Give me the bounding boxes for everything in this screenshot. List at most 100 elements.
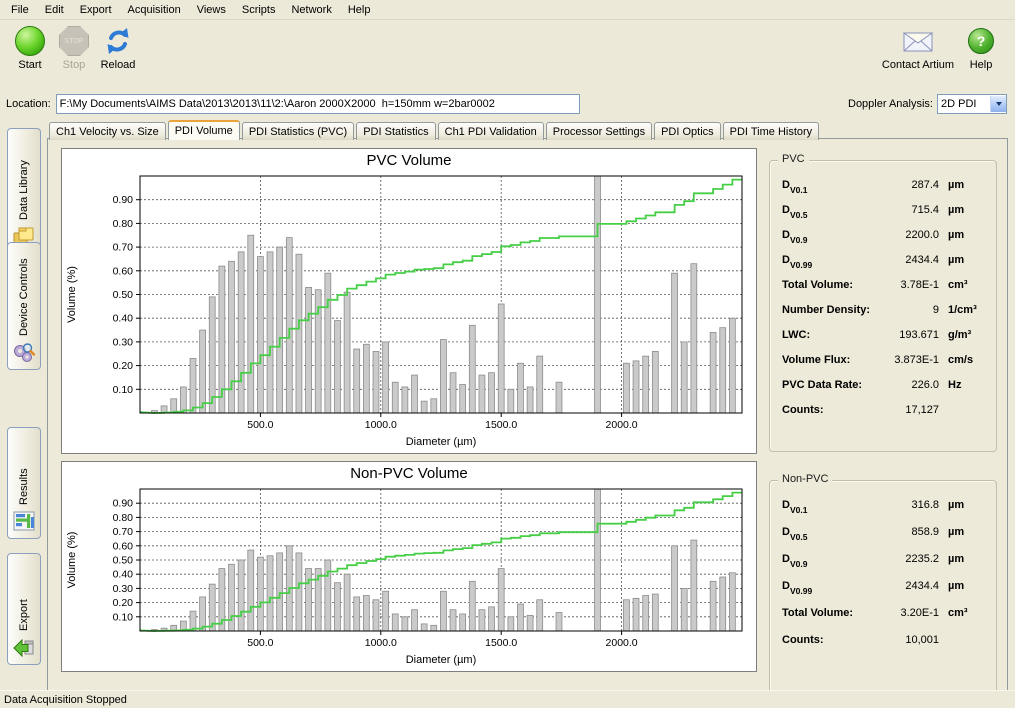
stat-row: DV0.92200.0µm [782, 229, 988, 254]
stat-row: Total Volume:3.20E-1cm³ [782, 607, 988, 634]
doppler-analysis-value: 2D PDI [938, 98, 990, 110]
svg-text:1500.0: 1500.0 [485, 637, 517, 649]
pvc-volume-chart: PVC Volume 0.100.200.300.400.500.600.700… [61, 148, 757, 454]
svg-text:0.60: 0.60 [113, 540, 134, 552]
stat-unit: µm [948, 229, 988, 241]
help-label: Help [970, 59, 993, 71]
stat-label: DV0.99 [782, 580, 879, 594]
tab-strip: Ch1 Velocity vs. SizePDI VolumePDI Stati… [47, 119, 1008, 139]
sidebar-item-data-library[interactable]: Data Library [7, 128, 41, 254]
svg-text:2000.0: 2000.0 [606, 419, 638, 431]
stat-unit: µm [948, 499, 988, 511]
start-icon [15, 25, 45, 57]
help-button[interactable]: ? Help [961, 25, 1001, 71]
tab-pdi-optics[interactable]: PDI Optics [654, 122, 721, 140]
sidebar-item-export[interactable]: Export [7, 553, 41, 665]
status-text: Data Acquisition Stopped [4, 694, 127, 706]
tab-pdi-statistics[interactable]: PDI Statistics [356, 122, 435, 140]
stat-label: Counts: [782, 404, 879, 416]
pvc-chart-title: PVC Volume [62, 149, 756, 172]
stat-label: Counts: [782, 634, 879, 646]
tab-processor-settings[interactable]: Processor Settings [546, 122, 652, 140]
svg-text:0.40: 0.40 [113, 313, 134, 325]
results-icon [12, 509, 36, 533]
non-pvc-stats-groupbox: Non-PVC DV0.1316.8µmDV0.5858.9µmDV0.9223… [769, 480, 997, 698]
reload-label: Reload [101, 59, 136, 71]
stat-value: 2434.4 [879, 254, 939, 266]
stat-value: 3.873E-1 [879, 354, 939, 366]
stat-label: DV0.5 [782, 526, 879, 540]
svg-text:500.0: 500.0 [247, 419, 273, 431]
svg-text:500.0: 500.0 [247, 637, 273, 649]
svg-text:1000.0: 1000.0 [365, 637, 397, 649]
stat-label: DV0.99 [782, 254, 879, 268]
svg-text:0.20: 0.20 [113, 360, 134, 372]
svg-text:Volume (%): Volume (%) [66, 266, 78, 323]
pvc-groupbox-title: PVC [778, 153, 809, 165]
tab-pdi-volume[interactable]: PDI Volume [168, 120, 240, 140]
menu-item-scripts[interactable]: Scripts [234, 2, 284, 18]
non-pvc-chart-plot: 0.100.200.300.400.500.600.700.800.90500.… [62, 485, 754, 671]
stat-label: DV0.9 [782, 553, 879, 567]
non-pvc-groupbox-title: Non-PVC [778, 473, 832, 485]
toolbar-right-group: Contact Artium ? Help [879, 25, 1005, 71]
contact-artium-button[interactable]: Contact Artium [879, 25, 957, 71]
svg-text:2000.0: 2000.0 [606, 637, 638, 649]
stat-unit: µm [948, 204, 988, 216]
tab-pdi-time-history[interactable]: PDI Time History [723, 122, 820, 140]
stat-row: DV0.992434.4µm [782, 254, 988, 279]
menu-item-file[interactable]: File [3, 2, 37, 18]
location-input[interactable] [56, 94, 580, 114]
menu-item-export[interactable]: Export [72, 2, 120, 18]
stat-unit: µm [948, 526, 988, 538]
stat-value: 17,127 [879, 404, 939, 416]
doppler-analysis-select[interactable]: 2D PDI [937, 94, 1007, 114]
svg-text:1500.0: 1500.0 [485, 419, 517, 431]
stat-row: Volume Flux:3.873E-1cm/s [782, 354, 988, 379]
stat-label: Total Volume: [782, 279, 879, 291]
reload-button[interactable]: Reload [98, 25, 138, 71]
menu-item-views[interactable]: Views [189, 2, 234, 18]
stat-row: DV0.1316.8µm [782, 499, 988, 526]
stat-unit: Hz [948, 379, 988, 391]
svg-text:0.90: 0.90 [113, 194, 134, 206]
svg-text:0.30: 0.30 [113, 583, 134, 595]
stat-label: DV0.9 [782, 229, 879, 243]
stat-value: 287.4 [879, 179, 939, 191]
stop-icon: STOP [59, 25, 89, 57]
contact-artium-label: Contact Artium [882, 59, 954, 71]
svg-text:0.60: 0.60 [113, 265, 134, 277]
menu-item-help[interactable]: Help [340, 2, 379, 18]
svg-text:0.40: 0.40 [113, 569, 134, 581]
stat-unit: cm/s [948, 354, 988, 366]
start-button[interactable]: Start [10, 25, 50, 71]
menu-item-network[interactable]: Network [283, 2, 339, 18]
tab-panel-pdi-volume: PVC Volume 0.100.200.300.400.500.600.700… [47, 138, 1008, 699]
doppler-analysis-label: Doppler Analysis: [848, 98, 933, 110]
sidebar-item-label: Data Library [18, 138, 30, 220]
svg-text:0.50: 0.50 [113, 289, 134, 301]
menu-item-acquisition[interactable]: Acquisition [120, 2, 189, 18]
stat-value: 3.78E-1 [879, 279, 939, 291]
charts-column: PVC Volume 0.100.200.300.400.500.600.700… [61, 148, 757, 698]
sidebar-item-device-controls[interactable]: Device Controls [7, 242, 41, 370]
sidebar-item-results[interactable]: Results [7, 427, 41, 539]
stat-value: 3.20E-1 [879, 607, 939, 619]
sidebar-item-label: Export [18, 563, 30, 631]
menu-item-edit[interactable]: Edit [37, 2, 72, 18]
tab-ch1-velocity-vs-size[interactable]: Ch1 Velocity vs. Size [49, 122, 166, 140]
combo-dropdown-button[interactable] [990, 96, 1006, 112]
stat-row: Total Volume:3.78E-1cm³ [782, 279, 988, 304]
stat-label: Total Volume: [782, 607, 879, 619]
svg-text:0.30: 0.30 [113, 336, 134, 348]
stat-value: 9 [879, 304, 939, 316]
svg-text:0.10: 0.10 [113, 611, 134, 623]
svg-text:0.90: 0.90 [113, 498, 134, 510]
stat-unit: g/m³ [948, 329, 988, 341]
tab-pdi-statistics-pvc-[interactable]: PDI Statistics (PVC) [242, 122, 354, 140]
location-label: Location: [6, 98, 51, 110]
stat-row: Number Density:91/cm³ [782, 304, 988, 329]
toolbar-left-group: Start STOP Stop Reload [10, 25, 142, 71]
tab-ch1-pdi-validation[interactable]: Ch1 PDI Validation [438, 122, 544, 140]
menu-bar: FileEditExportAcquisitionViewsScriptsNet… [0, 0, 1015, 20]
